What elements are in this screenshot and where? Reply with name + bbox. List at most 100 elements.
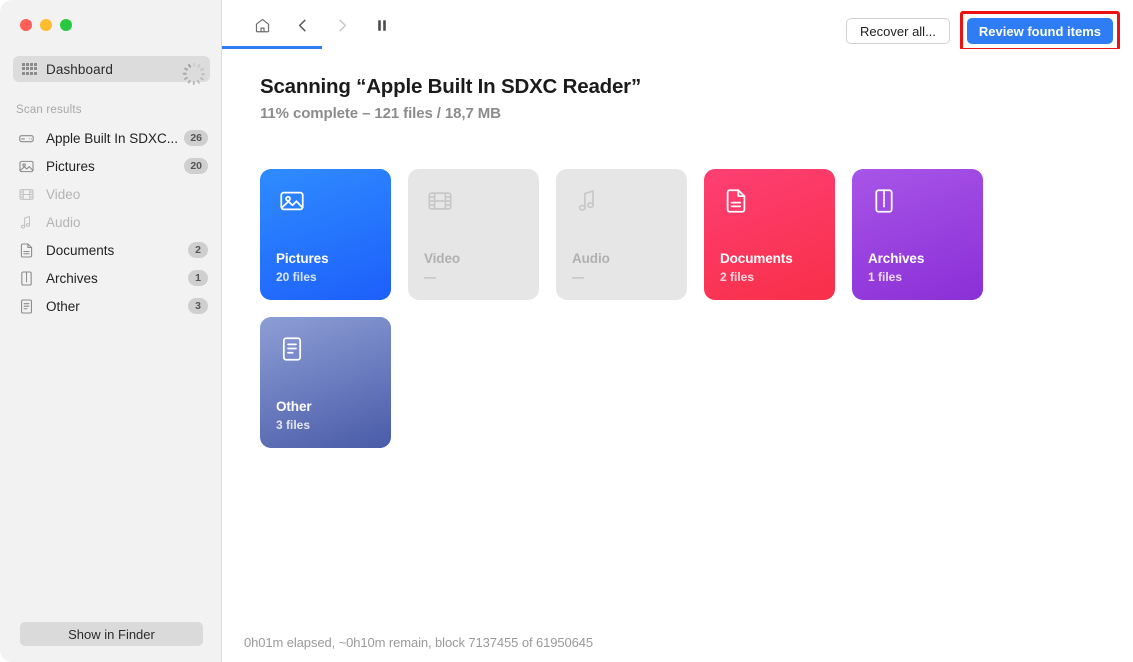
page-subtitle: 11% complete – 121 files / 18,7 MB (260, 105, 501, 122)
spinner-spoke (183, 73, 187, 75)
show-in-finder-button[interactable]: Show in Finder (20, 622, 203, 646)
sidebar-item-documents[interactable]: Documents2 (0, 236, 222, 264)
spinner-spoke (193, 81, 195, 85)
sidebar-item-badge: 20 (184, 158, 208, 174)
main-content: Scanning “Apple Built In SDXC Reader” 11… (222, 49, 1133, 662)
other-icon (18, 298, 35, 315)
home-icon (254, 17, 271, 34)
category-card-title: Video (424, 251, 460, 266)
toolbar-action-group: Recover all... Review found items (846, 11, 1120, 51)
category-card-title: Documents (720, 251, 793, 266)
home-button[interactable] (242, 12, 282, 38)
sidebar-item-badge: 2 (188, 242, 208, 258)
spinner-spoke (184, 77, 188, 80)
spinner-spoke (200, 77, 204, 80)
category-card-count: 20 files (276, 270, 317, 284)
category-card-video: Video — (408, 169, 539, 300)
chevron-right-icon (335, 17, 350, 34)
category-card-count: 3 files (276, 418, 310, 432)
archive-icon (18, 270, 35, 287)
spinner-spoke (197, 64, 200, 68)
category-card-title: Archives (868, 251, 924, 266)
pause-button[interactable] (362, 12, 402, 38)
spinner-spoke (193, 63, 195, 67)
archive-icon (870, 187, 898, 215)
image-icon (18, 158, 35, 175)
sidebar-item-label: Dashboard (46, 62, 113, 77)
film-icon (426, 187, 454, 215)
spinner-spoke (201, 73, 205, 75)
sidebar-item-badge: 26 (184, 130, 208, 146)
sidebar-item-other[interactable]: Other3 (0, 292, 222, 320)
sidebar-item-label: Archives (46, 271, 188, 286)
toolbar: Recover all... Review found items (222, 0, 1133, 48)
document-icon (722, 187, 750, 215)
pause-icon (375, 18, 389, 33)
category-card-audio: Audio — (556, 169, 687, 300)
spinner-spoke (197, 80, 200, 84)
other-icon (18, 298, 35, 315)
category-card-count: — (424, 270, 436, 284)
app-window: Dashboard Scan results Apple Built In SD… (0, 0, 1133, 662)
category-card-pictures[interactable]: Pictures 20 files (260, 169, 391, 300)
category-card-archives[interactable]: Archives 1 files (852, 169, 983, 300)
spinner-spoke (184, 68, 188, 71)
recover-all-button[interactable]: Recover all... (846, 18, 950, 44)
music-icon (574, 187, 602, 215)
category-card-count: 2 files (720, 270, 754, 284)
category-card-grid: Pictures 20 files Video — Audio — Documents 2 f… (260, 169, 1020, 448)
page-title: Scanning “Apple Built In SDXC Reader” (260, 75, 641, 99)
review-found-items-button[interactable]: Review found items (967, 18, 1113, 44)
drive-icon (18, 130, 35, 147)
toolbar-nav-group (242, 12, 402, 38)
film-icon (426, 187, 454, 215)
sidebar-item-label: Apple Built In SDXC... (46, 131, 184, 146)
chevron-left-icon (295, 17, 310, 34)
status-bar: 0h01m elapsed, ~0h10m remain, block 7137… (244, 635, 593, 650)
music-icon (574, 187, 602, 215)
other-icon (278, 335, 306, 363)
maximize-button[interactable] (60, 19, 72, 31)
sidebar-item-pictures[interactable]: Pictures20 (0, 152, 222, 180)
sidebar-item-badge: 3 (188, 298, 208, 314)
music-icon (18, 214, 35, 231)
archive-icon (18, 270, 35, 287)
category-card-documents[interactable]: Documents 2 files (704, 169, 835, 300)
category-card-count: — (572, 270, 584, 284)
window-controls (20, 19, 72, 31)
grid-icon (22, 63, 37, 76)
category-card-title: Pictures (276, 251, 328, 266)
spinner-spoke (188, 64, 191, 68)
minimize-button[interactable] (40, 19, 52, 31)
other-icon (278, 335, 306, 363)
sidebar-item-label: Pictures (46, 159, 184, 174)
spinner-icon (187, 62, 201, 76)
document-icon (18, 242, 35, 259)
sidebar-scan-results-list: Apple Built In SDXC...26Pictures20VideoA… (0, 124, 222, 320)
sidebar-item-apple-built-in-sdxc[interactable]: Apple Built In SDXC...26 (0, 124, 222, 152)
back-button[interactable] (282, 12, 322, 38)
sidebar-item-archives[interactable]: Archives1 (0, 264, 222, 292)
category-card-title: Audio (572, 251, 610, 266)
close-button[interactable] (20, 19, 32, 31)
film-icon (18, 186, 35, 203)
category-card-other[interactable]: Other3 files (260, 317, 391, 448)
category-card-count: 1 files (868, 270, 902, 284)
film-icon (18, 186, 35, 203)
sidebar-item-label: Documents (46, 243, 188, 258)
archive-icon (870, 187, 898, 215)
spinner-spoke (200, 68, 204, 71)
spinner-spoke (188, 80, 191, 84)
document-icon (722, 187, 750, 215)
sidebar-item-video[interactable]: Video (0, 180, 222, 208)
image-icon (278, 187, 306, 215)
sidebar-item-label: Audio (46, 215, 208, 230)
sidebar-item-label: Video (46, 187, 208, 202)
sidebar-item-label: Other (46, 299, 188, 314)
sidebar-item-badge: 1 (188, 270, 208, 286)
forward-button[interactable] (322, 12, 362, 38)
sidebar-item-audio[interactable]: Audio (0, 208, 222, 236)
document-icon (18, 242, 35, 259)
sidebar-item-dashboard[interactable]: Dashboard (13, 56, 210, 82)
drive-icon (18, 130, 35, 147)
